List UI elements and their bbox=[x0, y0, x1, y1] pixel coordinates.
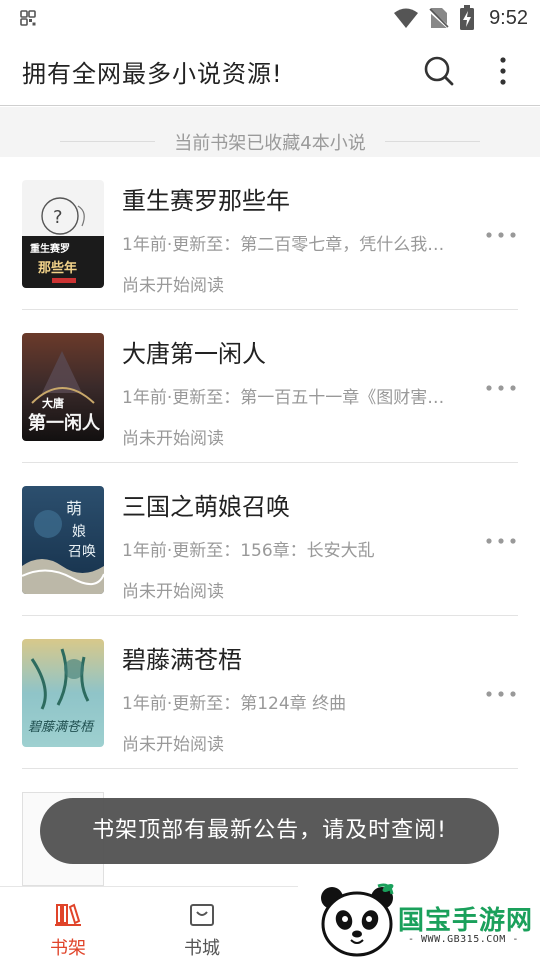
svg-text:第一闲人: 第一闲人 bbox=[28, 412, 101, 434]
book-title: 重生赛罗那些年 bbox=[122, 187, 290, 215]
svg-text:娘: 娘 bbox=[72, 524, 86, 540]
watermark-url: - WWW.GB315.COM - bbox=[408, 934, 519, 945]
more-options-icon[interactable] bbox=[484, 225, 518, 245]
bookshelf-icon bbox=[55, 903, 81, 926]
more-options-icon[interactable] bbox=[484, 531, 518, 551]
book-title: 碧藤满苍梧 bbox=[122, 646, 242, 674]
no-sim-icon bbox=[429, 8, 450, 30]
more-options-icon[interactable] bbox=[484, 378, 518, 398]
book-reading-progress: 尚未开始阅读 bbox=[122, 429, 224, 449]
book-reading-progress: 尚未开始阅读 bbox=[122, 582, 224, 602]
book-latest-chapter: 1年前·更新至：156章：长安大乱 bbox=[122, 541, 375, 561]
more-options-icon[interactable] bbox=[490, 52, 516, 90]
book-cover[interactable]: 萌 娘 召唤 bbox=[22, 486, 104, 594]
tab-label: 书架 bbox=[50, 938, 86, 959]
book-title: 三国之萌娘召唤 bbox=[122, 493, 290, 521]
tab-bookshelf[interactable]: 书架 bbox=[8, 887, 128, 960]
wifi-icon bbox=[394, 8, 419, 28]
book-cover[interactable]: 大唐 第一闲人 bbox=[22, 333, 104, 441]
list-divider bbox=[22, 768, 518, 769]
book-cover[interactable]: ? 重生赛罗 那些年 bbox=[22, 180, 104, 288]
book-latest-chapter: 1年前·更新至：第124章 终曲 bbox=[122, 694, 347, 714]
site-watermark: 国宝手游网 - WWW.GB315.COM - bbox=[298, 872, 540, 960]
shelf-header: 当前书架已收藏4本小说 bbox=[0, 107, 540, 157]
search-icon[interactable] bbox=[420, 52, 458, 90]
app-bar: 拥有全网最多小说资源! bbox=[0, 36, 540, 106]
book-cover[interactable]: 碧藤满苍梧 bbox=[22, 639, 104, 747]
shopping-bag-icon bbox=[190, 904, 214, 926]
book-reading-progress: 尚未开始阅读 bbox=[122, 735, 224, 755]
svg-text:大唐: 大唐 bbox=[42, 396, 64, 410]
notification-app-icon bbox=[20, 10, 36, 26]
svg-text:那些年: 那些年 bbox=[38, 260, 77, 276]
svg-text:?: ? bbox=[53, 207, 63, 228]
status-bar: 9:52 bbox=[0, 0, 540, 36]
svg-text:召唤: 召唤 bbox=[68, 543, 96, 560]
watermark-title: 国宝手游网 bbox=[398, 906, 534, 936]
svg-text:重生赛罗: 重生赛罗 bbox=[30, 242, 70, 255]
book-latest-chapter: 1年前·更新至：第二百零七章，凭什么我… bbox=[122, 235, 445, 255]
status-time: 9:52 bbox=[489, 6, 528, 29]
tab-bookstore[interactable]: 书城 bbox=[142, 887, 262, 960]
book-list-item[interactable]: 大唐 第一闲人 大唐第一闲人 1年前·更新至：第一百五十一章《图财害… 尚未开始… bbox=[0, 310, 540, 463]
svg-text:萌: 萌 bbox=[66, 499, 82, 518]
divider-line bbox=[385, 141, 480, 142]
svg-text:碧藤满苍梧: 碧藤满苍梧 bbox=[28, 720, 95, 735]
book-list-item[interactable]: 萌 娘 召唤 三国之萌娘召唤 1年前·更新至：156章：长安大乱 尚未开始阅读 bbox=[0, 463, 540, 616]
shelf-count-text: 当前书架已收藏4本小说 bbox=[174, 133, 366, 154]
book-latest-chapter: 1年前·更新至：第一百五十一章《图财害… bbox=[122, 388, 445, 408]
battery-charging-icon bbox=[460, 5, 475, 30]
more-options-icon[interactable] bbox=[484, 684, 518, 704]
toast-message: 书架顶部有最新公告，请及时查阅! bbox=[40, 798, 499, 864]
page-title: 拥有全网最多小说资源! bbox=[22, 60, 283, 88]
book-title: 大唐第一闲人 bbox=[122, 340, 266, 368]
book-reading-progress: 尚未开始阅读 bbox=[122, 276, 224, 296]
book-list-item[interactable]: ? 重生赛罗 那些年 重生赛罗那些年 1年前·更新至：第二百零七章，凭什么我… … bbox=[0, 157, 540, 310]
book-list-item[interactable]: 碧藤满苍梧 碧藤满苍梧 1年前·更新至：第124章 终曲 尚未开始阅读 bbox=[0, 616, 540, 769]
panda-logo-icon bbox=[321, 883, 394, 957]
tab-label: 书城 bbox=[184, 938, 220, 959]
